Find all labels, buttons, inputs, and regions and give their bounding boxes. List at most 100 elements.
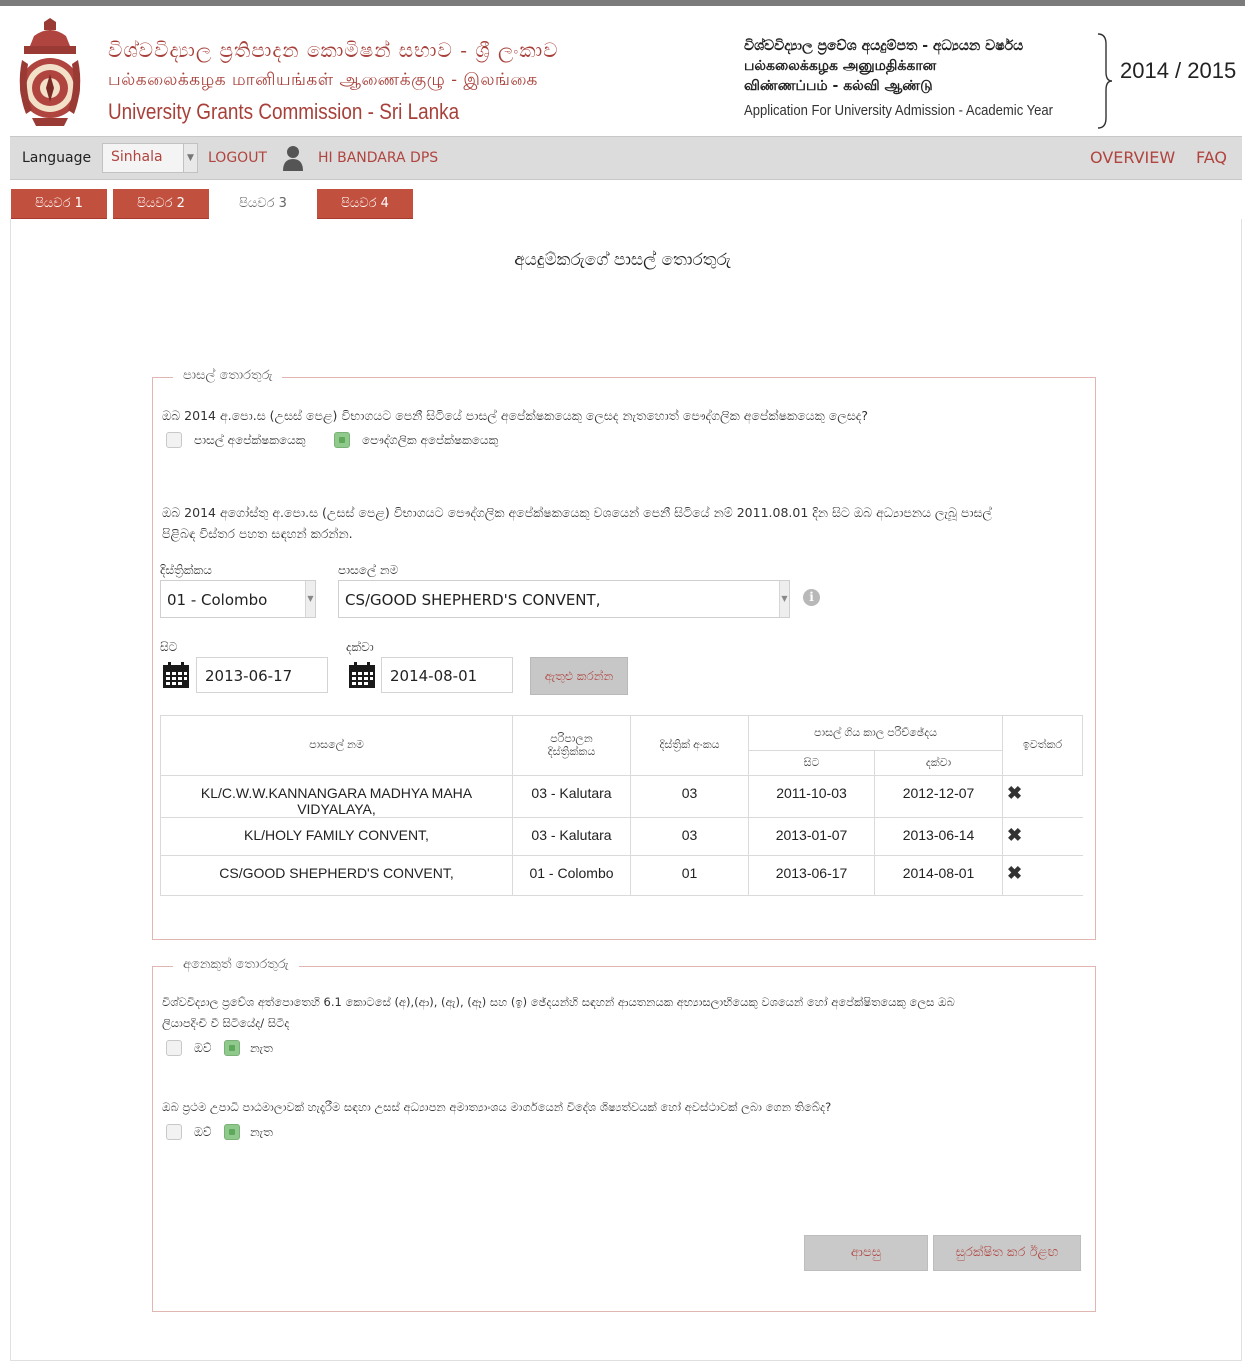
cell-district-no: 03: [630, 775, 749, 818]
school-candidate-checkbox[interactable]: [166, 432, 182, 448]
cell-from: 2011-10-03: [748, 775, 875, 818]
tab-step-2[interactable]: පියවර 2: [113, 189, 209, 219]
registered-question-1: විශ්වවිද්‍යාල ප්‍රවේශ අත්පොතෙහි 6.1 කොටස…: [162, 995, 955, 1009]
from-date-input[interactable]: 2013-06-17: [196, 657, 328, 693]
back-button[interactable]: ආපසු: [804, 1235, 928, 1271]
logout-link[interactable]: LOGOUT: [208, 150, 267, 166]
from-date-label: සිට: [160, 640, 178, 654]
other-info-legend: අනෙකුත් තොරතුරු: [173, 957, 299, 972]
col-to: දක්වා: [874, 750, 1003, 776]
cell-to: 2014-08-01: [874, 855, 1003, 896]
private-candidate-label: පෞද්ගලික අපේක්ෂකයෙකු: [362, 433, 499, 447]
col-admin-district-line2: දිස්ත්‍රික්කය: [547, 745, 596, 758]
col-from: සිට: [748, 750, 875, 776]
col-remove: ඉවත්කර: [1002, 715, 1083, 776]
tab-step-3[interactable]: පියවර 3: [215, 189, 311, 219]
overview-link[interactable]: OVERVIEW: [1090, 148, 1175, 167]
school-details-instruction-1: ඔබ 2014 අගෝස්තු අ.පො.ස (උසස් පෙළ) විභාගය…: [162, 505, 992, 520]
language-label: Language: [22, 150, 92, 166]
school-candidate-label: පාසල් අපේක්ෂකයෙකු: [194, 433, 306, 447]
delete-row-icon[interactable]: ✖: [1007, 825, 1022, 845]
org-title-tamil: பல்கலைக்கழக மானியங்கள் ஆணைக்குழு - இலங்க…: [108, 70, 538, 90]
cell-from: 2013-01-07: [748, 817, 875, 856]
calendar-icon[interactable]: [162, 661, 190, 689]
to-date-label: දක්වා: [346, 640, 374, 654]
scholarship-no-label: නැත: [250, 1125, 273, 1139]
school-name-label: පාසලේ නම: [338, 563, 399, 577]
cell-school: KL/HOLY FAMILY CONVENT,: [160, 817, 513, 856]
cell-district-no: 01: [630, 855, 749, 896]
app-title-tamil-1: பல்கலைக்கழக அனுமதிக்கான: [744, 58, 937, 74]
private-candidate-checkbox[interactable]: [334, 432, 350, 448]
cell-district: 03 - Kalutara: [512, 775, 631, 818]
school-details-instruction-2: පිළිබඳ විස්තර පහත සඳහන් කරන්න.: [162, 526, 353, 541]
chevron-down-icon: ▼: [183, 144, 197, 172]
app-title-tamil-2: விண்ணப்பம் - கல்வி ஆண்டு: [744, 78, 933, 94]
language-value: Sinhala: [111, 149, 163, 165]
scholarship-question: ඔබ ප්‍රථම උපාධි පාඨමාලාවක් හැදෑරීම සඳහා …: [162, 1100, 832, 1114]
col-admin-district: පරිපාලන දිස්ත්‍රික්කය: [512, 715, 631, 776]
add-school-button[interactable]: ඇතුළු කරන්න: [530, 657, 628, 695]
cell-remove: ✖: [1002, 775, 1083, 818]
registered-no-label: නැත: [250, 1041, 273, 1055]
ugc-emblem-icon: [19, 18, 81, 126]
info-icon[interactable]: i: [803, 589, 820, 606]
col-district-no: දිස්ත්‍රික් අංකය: [630, 715, 749, 776]
to-date-input[interactable]: 2014-08-01: [381, 657, 513, 693]
school-name-value: CS/GOOD SHEPHERD'S CONVENT,: [345, 591, 601, 609]
site-header: විශ්වවිද්‍යාල ප්‍රතිපාදන කොමිෂන් සභාව - …: [0, 6, 1245, 136]
cell-remove: ✖: [1002, 855, 1083, 896]
schools-table: පාසලේ නම පරිපාලන දිස්ත්‍රික්කය දිස්ත්‍රි…: [160, 715, 1083, 896]
table-row: KL/HOLY FAMILY CONVENT, 03 - Kalutara 03…: [160, 817, 1083, 856]
cell-school: CS/GOOD SHEPHERD'S CONVENT,: [160, 855, 513, 896]
table-row: KL/C.W.W.KANNANGARA MADHYA MAHA VIDYALAY…: [160, 775, 1083, 818]
scholarship-yes-checkbox[interactable]: [166, 1124, 182, 1140]
org-title-sinhala: විශ්වවිද්‍යාල ප්‍රතිපාදන කොමිෂන් සභාව - …: [108, 38, 559, 62]
tab-step-1[interactable]: පියවර 1: [11, 189, 107, 219]
cell-district-no: 03: [630, 817, 749, 856]
chevron-down-icon: ▼: [779, 581, 789, 617]
cell-district: 01 - Colombo: [512, 855, 631, 896]
district-value: 01 - Colombo: [167, 591, 268, 609]
save-next-button[interactable]: සුරක්ෂිත කර ඊළඟ: [933, 1235, 1081, 1271]
col-period: පාසල් ගිය කාල පරිච්ඡේදය: [748, 715, 1003, 751]
col-school-name: පාසලේ නම: [160, 715, 513, 776]
language-select[interactable]: Sinhala ▼: [102, 143, 198, 173]
col-admin-district-line1: පරිපාලන: [550, 732, 593, 745]
user-icon: [283, 146, 303, 171]
tab-step-4[interactable]: පියවර 4: [317, 189, 413, 219]
chevron-down-icon: ▼: [305, 581, 315, 617]
calendar-icon[interactable]: [348, 661, 376, 689]
cell-district: 03 - Kalutara: [512, 817, 631, 856]
org-title-english: University Grants Commission - Sri Lanka: [108, 99, 460, 124]
brace-icon: [1097, 33, 1113, 129]
district-select[interactable]: 01 - Colombo ▼: [160, 580, 316, 618]
page-title: අයදුම්කරුගේ පාසල් තොරතුරු: [514, 250, 731, 270]
school-name-select[interactable]: CS/GOOD SHEPHERD'S CONVENT, ▼: [338, 580, 790, 618]
cell-remove: ✖: [1002, 817, 1083, 856]
scholarship-no-checkbox[interactable]: [224, 1124, 240, 1140]
top-navbar: Language Sinhala ▼ LOGOUT HI BANDARA DPS…: [10, 136, 1242, 180]
app-title-english: Application For University Admission - A…: [744, 102, 1053, 119]
username: HI BANDARA DPS: [318, 150, 439, 166]
cell-school: KL/C.W.W.KANNANGARA MADHYA MAHA VIDYALAY…: [160, 775, 513, 818]
candidate-type-question: ඔබ 2014 අ.පො.ස (උසස් පෙළ) විභාගයට පෙනී ස…: [162, 408, 868, 423]
delete-row-icon[interactable]: ✖: [1007, 783, 1022, 803]
cell-from: 2013-06-17: [748, 855, 875, 896]
app-title-sinhala: විශ්වවිද්‍යාල ප්‍රවේශ අයදුම්පත - අධ්‍යයන…: [744, 38, 1024, 54]
registered-yes-checkbox[interactable]: [166, 1040, 182, 1056]
org-title: විශ්වවිද්‍යාල ප්‍රතිපාදන කොමිෂන් සභාව - …: [108, 36, 559, 128]
table-row: CS/GOOD SHEPHERD'S CONVENT, 01 - Colombo…: [160, 855, 1083, 896]
school-info-legend: පාසල් තොරතුරු: [173, 368, 283, 383]
cell-to: 2012-12-07: [874, 775, 1003, 818]
district-label: දිස්ත්‍රික්කය: [160, 563, 212, 577]
scholarship-yes-label: ඔව්: [194, 1125, 212, 1139]
registered-no-checkbox[interactable]: [224, 1040, 240, 1056]
registered-yes-label: ඔව්: [194, 1041, 212, 1055]
application-title: විශ්වවිද්‍යාල ප්‍රවේශ අයදුම්පත - අධ්‍යයන…: [744, 36, 1094, 126]
faq-link[interactable]: FAQ: [1196, 148, 1227, 167]
cell-to: 2013-06-14: [874, 817, 1003, 856]
academic-year: 2014 / 2015: [1120, 58, 1237, 83]
delete-row-icon[interactable]: ✖: [1007, 863, 1022, 883]
registered-question-2: ලියාපදිංචි වී සිටියේද/ සිටීද: [162, 1016, 290, 1030]
